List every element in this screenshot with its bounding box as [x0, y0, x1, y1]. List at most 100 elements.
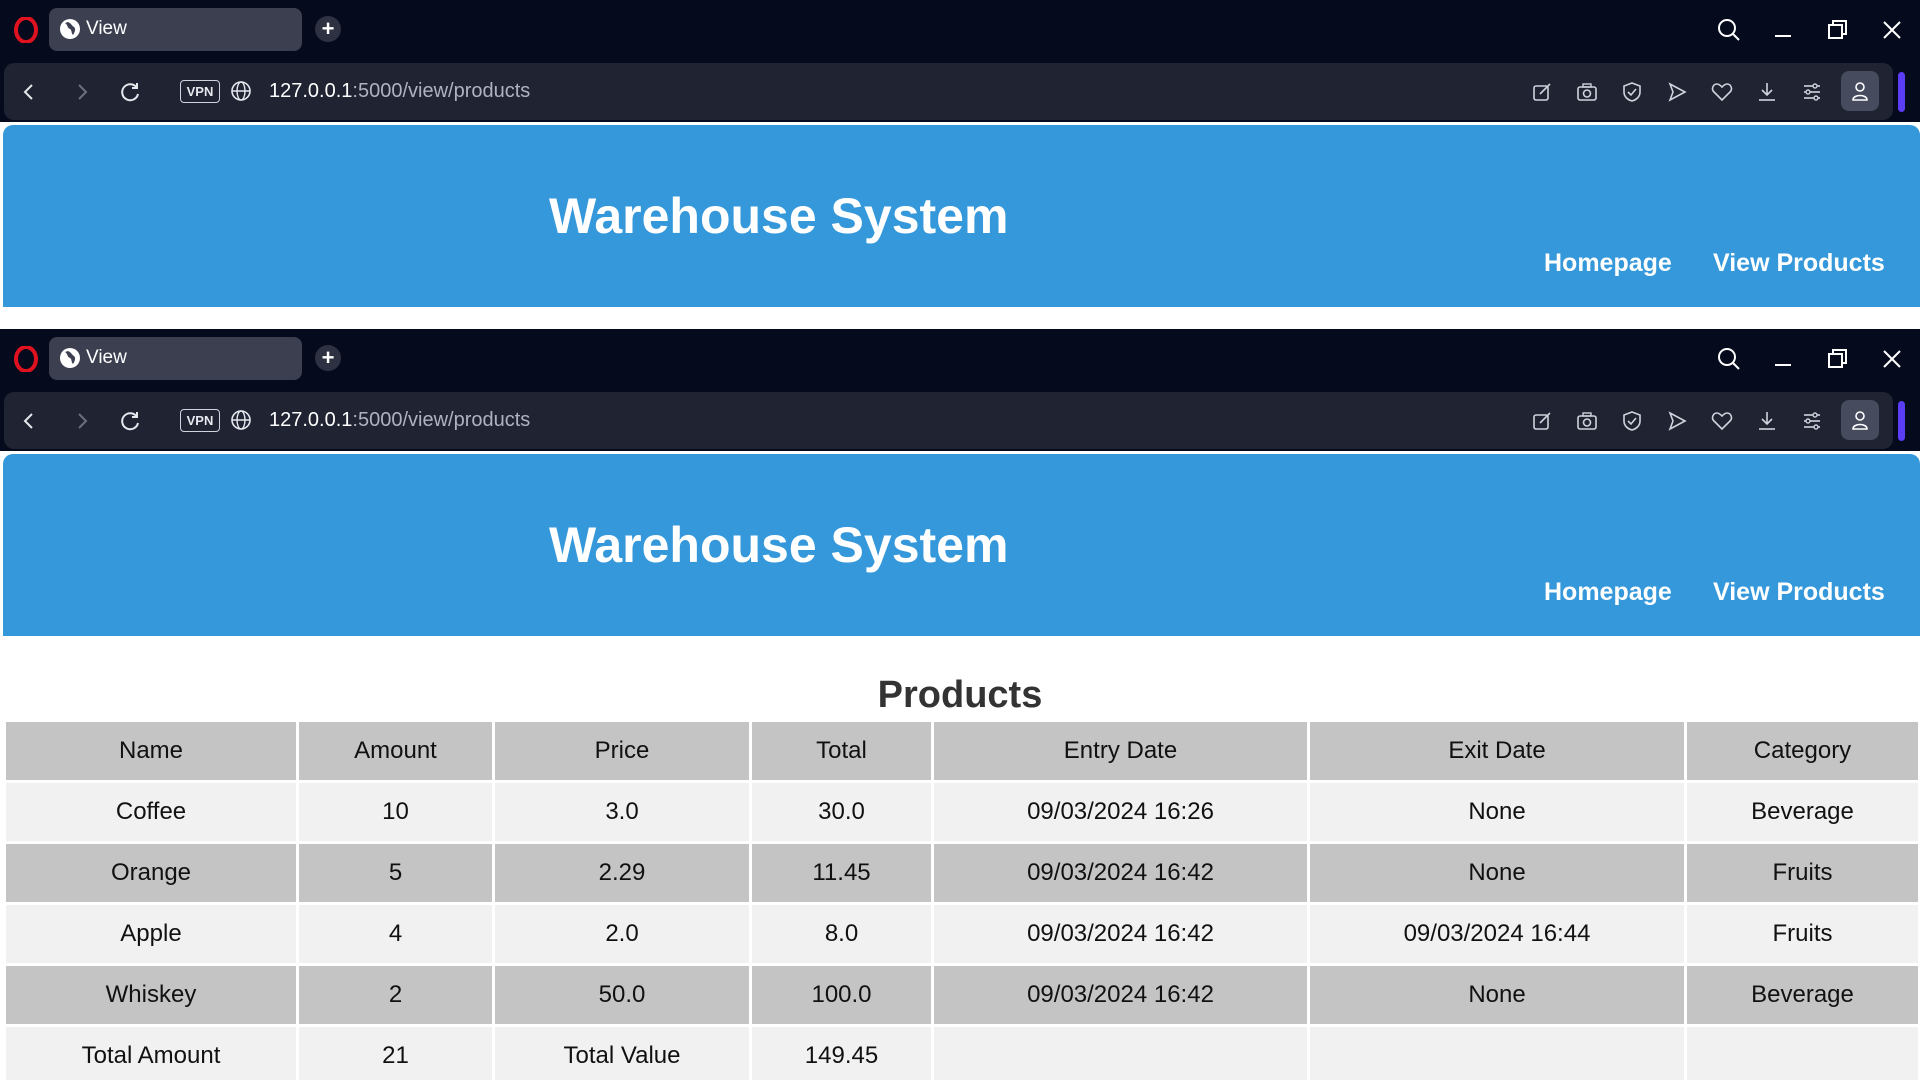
column-header-total: Total	[752, 722, 931, 780]
edit-icon[interactable]	[1528, 78, 1556, 106]
forward-icon[interactable]	[67, 77, 97, 107]
nav-link-homepage[interactable]: Homepage	[1544, 248, 1672, 278]
products-table: Name Amount Price Total Entry Date Exit …	[3, 719, 1920, 1080]
sidebar-toggle[interactable]	[1898, 401, 1905, 441]
site-info-icon[interactable]	[229, 79, 253, 103]
camera-icon[interactable]	[1573, 407, 1601, 435]
totals-empty-cell	[1687, 1027, 1918, 1080]
globe-icon	[60, 348, 80, 368]
shield-icon[interactable]	[1618, 78, 1646, 106]
cell-price: 2.0	[495, 905, 749, 963]
cell-total: 30.0	[752, 783, 931, 841]
cell-exit-date: None	[1310, 783, 1684, 841]
opera-logo-icon[interactable]	[13, 16, 39, 44]
browser-window-top: View + VPN 127.0.0.1:5000/view/products …	[0, 0, 1920, 329]
column-header-entry-date: Entry Date	[934, 722, 1307, 780]
url-path: :5000/view/products	[352, 80, 531, 102]
total-value-value: 149.45	[752, 1027, 931, 1080]
url-host: 127.0.0.1	[269, 409, 353, 431]
column-header-exit-date: Exit Date	[1310, 722, 1684, 780]
new-tab-button[interactable]: +	[315, 345, 341, 371]
heart-icon[interactable]	[1708, 78, 1736, 106]
forward-icon[interactable]	[67, 406, 97, 436]
easy-setup-icon[interactable]	[1798, 78, 1826, 106]
total-amount-value: 21	[299, 1027, 492, 1080]
cell-name: Whiskey	[6, 966, 296, 1024]
globe-icon	[60, 19, 80, 39]
camera-icon[interactable]	[1573, 78, 1601, 106]
close-icon[interactable]	[1876, 14, 1908, 46]
column-header-name: Name	[6, 722, 296, 780]
new-tab-button[interactable]: +	[315, 16, 341, 42]
cell-category: Beverage	[1687, 783, 1918, 841]
send-icon[interactable]	[1663, 407, 1691, 435]
browser-tab[interactable]: View	[49, 337, 302, 380]
minimize-icon[interactable]	[1767, 343, 1799, 375]
page-viewport: Warehouse System Homepage View Products …	[0, 451, 1920, 1080]
address-bar: VPN 127.0.0.1:5000/view/products	[0, 62, 1920, 122]
page-title: Products	[877, 674, 1043, 716]
site-title: Warehouse System	[549, 517, 1009, 573]
tab-title: View	[86, 18, 127, 39]
vpn-badge[interactable]: VPN	[180, 80, 220, 103]
cell-name: Coffee	[6, 783, 296, 841]
shield-icon[interactable]	[1618, 407, 1646, 435]
sidebar-toggle[interactable]	[1898, 72, 1905, 112]
opera-logo-icon[interactable]	[13, 345, 39, 373]
cell-entry-date: 09/03/2024 16:42	[934, 905, 1307, 963]
profile-icon[interactable]	[1841, 400, 1879, 440]
back-icon[interactable]	[14, 77, 44, 107]
tab-title: View	[86, 347, 127, 368]
close-icon[interactable]	[1876, 343, 1908, 375]
table-row: Orange 5 2.29 11.45 09/03/2024 16:42 Non…	[6, 844, 1918, 902]
cell-amount: 4	[299, 905, 492, 963]
back-icon[interactable]	[14, 406, 44, 436]
reload-icon[interactable]	[116, 406, 146, 436]
url-path: :5000/view/products	[352, 409, 531, 431]
column-header-category: Category	[1687, 722, 1918, 780]
nav-link-homepage[interactable]: Homepage	[1544, 577, 1672, 607]
restore-icon[interactable]	[1821, 14, 1853, 46]
total-amount-label: Total Amount	[6, 1027, 296, 1080]
column-header-price: Price	[495, 722, 749, 780]
restore-icon[interactable]	[1821, 343, 1853, 375]
download-icon[interactable]	[1753, 78, 1781, 106]
easy-setup-icon[interactable]	[1798, 407, 1826, 435]
cell-category: Fruits	[1687, 844, 1918, 902]
download-icon[interactable]	[1753, 407, 1781, 435]
nav-link-view-products[interactable]: View Products	[1713, 577, 1885, 607]
cell-total: 8.0	[752, 905, 931, 963]
browser-window-bottom: View + VPN 127.0.0.1:5000/view/products …	[0, 329, 1920, 1080]
address-bar: VPN 127.0.0.1:5000/view/products	[0, 391, 1920, 451]
url-field[interactable]: 127.0.0.1:5000/view/products	[269, 78, 530, 104]
title-bar: View +	[0, 0, 1920, 62]
browser-tab[interactable]: View	[49, 8, 302, 51]
table-row: Apple 4 2.0 8.0 09/03/2024 16:42 09/03/2…	[6, 905, 1918, 963]
total-value-label: Total Value	[495, 1027, 749, 1080]
minimize-icon[interactable]	[1767, 14, 1799, 46]
cell-entry-date: 09/03/2024 16:42	[934, 844, 1307, 902]
cell-category: Beverage	[1687, 966, 1918, 1024]
vpn-badge[interactable]: VPN	[180, 409, 220, 432]
send-icon[interactable]	[1663, 78, 1691, 106]
cell-category: Fruits	[1687, 905, 1918, 963]
reload-icon[interactable]	[116, 77, 146, 107]
totals-empty-cell	[934, 1027, 1307, 1080]
cell-price: 3.0	[495, 783, 749, 841]
edit-icon[interactable]	[1528, 407, 1556, 435]
url-field[interactable]: 127.0.0.1:5000/view/products	[269, 407, 530, 433]
cell-entry-date: 09/03/2024 16:26	[934, 783, 1307, 841]
search-icon[interactable]	[1713, 14, 1745, 46]
site-info-icon[interactable]	[229, 408, 253, 432]
totals-empty-cell	[1310, 1027, 1684, 1080]
cell-exit-date: None	[1310, 966, 1684, 1024]
heart-icon[interactable]	[1708, 407, 1736, 435]
cell-name: Apple	[6, 905, 296, 963]
profile-icon[interactable]	[1841, 71, 1879, 111]
nav-link-view-products[interactable]: View Products	[1713, 248, 1885, 278]
table-row: Whiskey 2 50.0 100.0 09/03/2024 16:42 No…	[6, 966, 1918, 1024]
cell-exit-date: 09/03/2024 16:44	[1310, 905, 1684, 963]
cell-total: 100.0	[752, 966, 931, 1024]
search-icon[interactable]	[1713, 343, 1745, 375]
cell-entry-date: 09/03/2024 16:42	[934, 966, 1307, 1024]
